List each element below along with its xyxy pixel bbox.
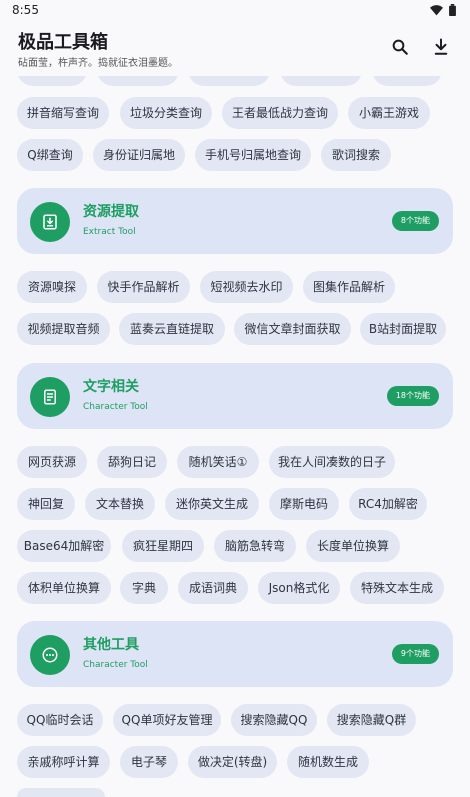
tool-chip[interactable]: Q绑查询 xyxy=(17,139,83,171)
tool-chip[interactable]: 文本替换 xyxy=(85,488,155,520)
tool-chip[interactable]: 特殊文本生成 xyxy=(350,572,444,604)
tool-chip[interactable]: Base64加解密 xyxy=(17,530,111,562)
search-button[interactable] xyxy=(389,36,411,58)
tool-chip[interactable]: Json格式化 xyxy=(258,572,340,604)
tool-chip[interactable]: 垃圾分类查询 xyxy=(120,97,212,129)
section-title: 其他工具 xyxy=(83,637,139,653)
tool-chip[interactable]: 搜索隐藏QQ xyxy=(231,704,317,736)
count-badge: 9个功能 xyxy=(391,644,439,664)
count-badge: 8个功能 xyxy=(391,211,439,231)
tool-chip[interactable]: 图集作品解析 xyxy=(303,271,395,303)
tool-chip[interactable]: 神回复 xyxy=(17,488,75,520)
tool-chip[interactable]: QQ单项好友管理 xyxy=(113,704,221,736)
section-subtitle: Extract Tool xyxy=(83,227,136,237)
tool-chip[interactable]: 随机数生成 xyxy=(287,746,369,778)
tool-chip[interactable]: 字典 xyxy=(120,572,168,604)
section-card-character[interactable]: 文字相关 Character Tool 18个功能 xyxy=(17,363,453,429)
tool-chip[interactable]: 我在人间凑数的日子 xyxy=(269,446,395,478)
document-icon xyxy=(30,377,70,417)
tool-chip[interactable]: 身份证归属地 xyxy=(93,139,185,171)
tool-chip[interactable]: 歌词搜索 xyxy=(321,139,391,171)
tool-chip[interactable]: 长度单位换算 xyxy=(306,530,400,562)
status-time: 8:55 xyxy=(12,3,39,17)
tool-chip[interactable]: RC4加解密 xyxy=(349,488,427,520)
tool-chip[interactable]: 资源嗅探 xyxy=(17,271,87,303)
tool-chip[interactable]: 视频提取音频 xyxy=(17,313,110,345)
tool-chip[interactable]: 摩斯电码 xyxy=(269,488,339,520)
section-card-other[interactable]: 其他工具 Character Tool 9个功能 xyxy=(17,621,453,687)
search-icon xyxy=(392,39,408,55)
tool-chip[interactable]: 快手作品解析 xyxy=(97,271,190,303)
tool-chip[interactable]: 亲戚称呼计算 xyxy=(17,746,110,778)
tool-chip[interactable]: 随机笑话① xyxy=(177,446,259,478)
section-subtitle: Character Tool xyxy=(83,660,148,670)
status-bar: 8:55 xyxy=(0,0,470,22)
section-card-extract[interactable]: 资源提取 Extract Tool 8个功能 xyxy=(17,188,453,254)
download-box-icon xyxy=(30,202,70,242)
status-icons xyxy=(430,4,456,16)
tool-chip[interactable]: B站封面提取 xyxy=(360,313,446,345)
tool-chip[interactable]: 做决定(转盘) xyxy=(188,746,277,778)
tool-chip[interactable]: 成语词典 xyxy=(178,572,248,604)
tool-chip[interactable]: 小霸王游戏 xyxy=(348,97,430,129)
tool-chip[interactable]: 疯狂星期四 xyxy=(122,530,204,562)
tool-chip[interactable]: 王者最低战力查询 xyxy=(222,97,338,129)
tool-chip[interactable]: 脑筋急转弯 xyxy=(214,530,296,562)
section-subtitle: Character Tool xyxy=(83,402,148,412)
tool-chip[interactable]: 体积单位换算 xyxy=(17,572,111,604)
app-subtitle: 砧面莹，杵声齐。捣就征衣泪墨题。 xyxy=(18,58,178,69)
wifi-icon xyxy=(430,4,443,15)
tool-chip[interactable]: QQ临时会话 xyxy=(17,704,103,736)
app-bar: 极品工具箱 砧面莹，杵声齐。捣就征衣泪墨题。 xyxy=(0,22,470,76)
tool-chip[interactable]: 短视频去水印 xyxy=(200,271,293,303)
app-title: 极品工具箱 xyxy=(18,32,108,53)
more-dots-icon xyxy=(30,635,70,675)
tool-chip[interactable]: 手机号归属地查询 xyxy=(195,139,311,171)
battery-icon xyxy=(449,4,456,16)
tool-chip[interactable]: 迷你英文生成 xyxy=(165,488,259,520)
tool-chip[interactable]: 蓝奏云直链提取 xyxy=(119,313,225,345)
download-icon xyxy=(434,38,448,55)
section-title: 文字相关 xyxy=(83,379,139,395)
section-title: 资源提取 xyxy=(83,204,139,220)
tool-chip[interactable]: 电子琴 xyxy=(120,746,178,778)
download-button[interactable] xyxy=(430,36,452,58)
tool-chip[interactable]: 微信文章封面获取 xyxy=(234,313,351,345)
tool-chip[interactable]: 网页获源 xyxy=(17,446,87,478)
tool-chip[interactable]: 搜索隐藏Q群 xyxy=(327,704,416,736)
count-badge: 18个功能 xyxy=(386,386,439,406)
tool-chip[interactable]: 舔狗日记 xyxy=(97,446,167,478)
chip-partial[interactable] xyxy=(17,788,105,797)
tool-chip[interactable]: 拼音缩写查询 xyxy=(17,97,109,129)
